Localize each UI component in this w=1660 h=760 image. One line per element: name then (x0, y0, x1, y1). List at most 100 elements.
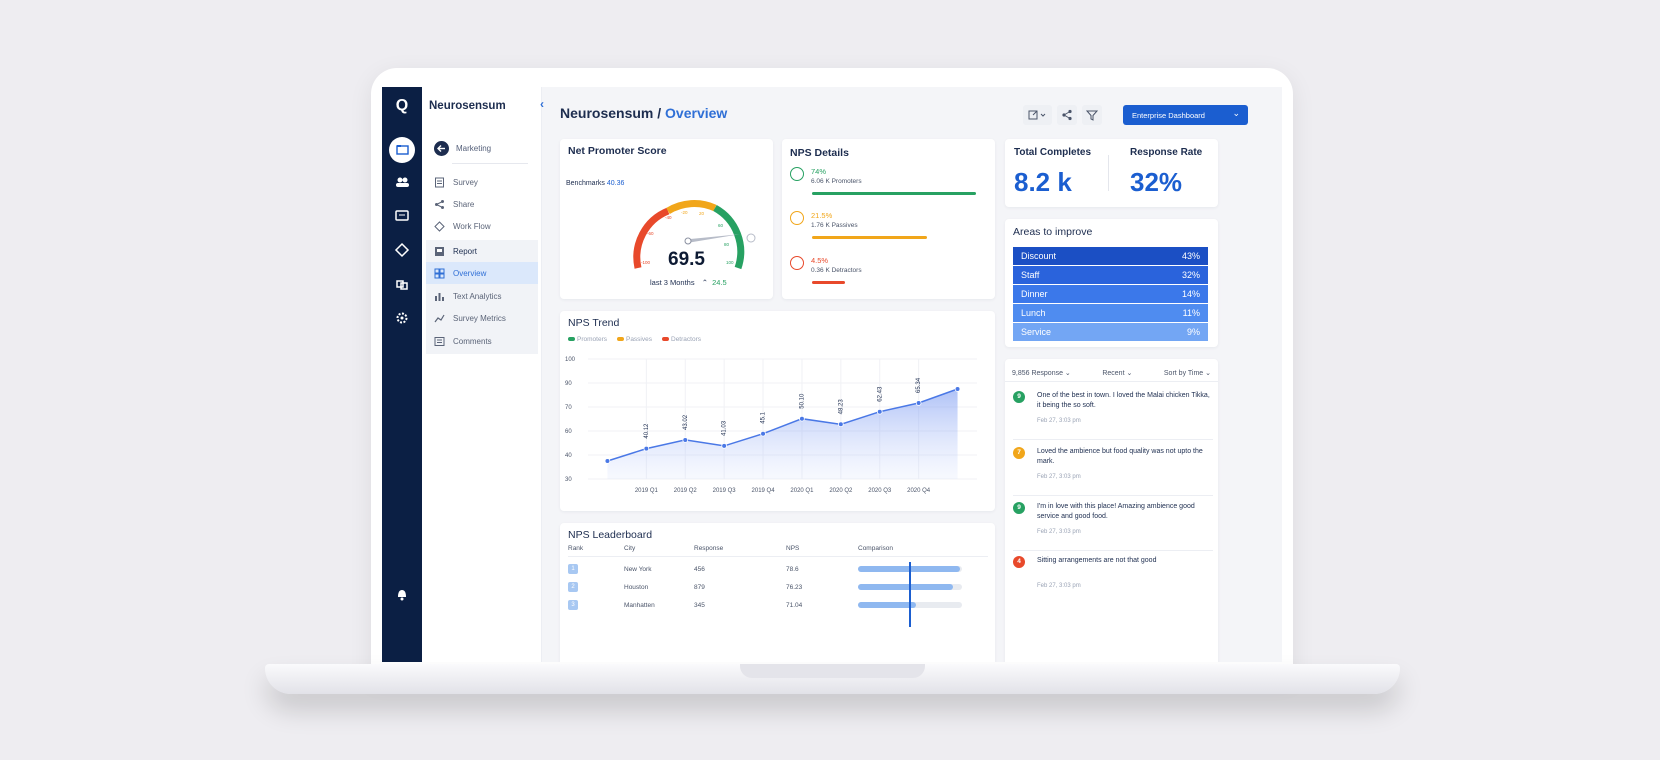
folder-nav-button[interactable] (389, 137, 415, 163)
x-tick-label: 2019 Q3 (713, 488, 737, 494)
area-value: 32% (1181, 270, 1200, 280)
page-title: Neurosensum / Overview (560, 105, 727, 121)
y-tick-label: 40 (565, 453, 572, 459)
nps-detail-bar (812, 192, 976, 195)
filter-button[interactable] (1082, 105, 1102, 125)
trend-point (915, 400, 922, 406)
area-label: Discount (1021, 251, 1057, 261)
users-icon[interactable] (393, 173, 411, 191)
overview-icon (434, 268, 445, 278)
response-time: Feb 27, 3:03 pm (1037, 418, 1081, 424)
trend-point (760, 430, 766, 437)
back-to-marketing[interactable]: Marketing (434, 141, 491, 156)
x-tick-label: 2019 Q2 (674, 488, 698, 494)
x-tick-label: 2020 Q1 (790, 488, 814, 494)
total-completes-label: Total Completes (1014, 147, 1092, 158)
sidebar-item-label: Survey (453, 177, 478, 187)
bell-icon[interactable] (393, 585, 411, 603)
sidebar-item-survey-metrics[interactable]: Survey Metrics (426, 307, 538, 329)
data-label: 48.23 (838, 399, 844, 415)
data-label: 41.03 (722, 420, 728, 436)
response-filters: 9,856 Response ⌄ Recent ⌄ Sort by Time ⌄ (1012, 369, 1211, 377)
diamond-icon[interactable] (393, 241, 411, 259)
area-row[interactable]: Dinner 14% (1013, 285, 1208, 303)
col-rank[interactable]: Rank (568, 545, 583, 552)
enterprise-dashboard-dropdown[interactable]: Enterprise Dashboard ⌄ (1123, 105, 1248, 125)
neutral-face-icon (790, 211, 804, 225)
area-value: 11% (1182, 308, 1200, 318)
area-row[interactable]: Service 9% (1013, 323, 1208, 341)
trend-area (607, 389, 958, 479)
x-tick-label: 2020 Q2 (829, 488, 853, 494)
nps-score-card: Net Promoter Score Benchmarks 40.36 -100… (560, 139, 773, 299)
area-row[interactable]: Discount 43% (1013, 247, 1208, 265)
response-cell: 345 (694, 602, 705, 609)
message-icon[interactable] (393, 207, 411, 225)
nps-details-title: NPS Details (790, 147, 849, 159)
sidebar-item-workflow[interactable]: Work Flow (426, 215, 538, 237)
y-tick-label: 30 (565, 477, 572, 483)
back-arrow-icon (434, 141, 449, 156)
chart-legend: Promoters Passives Detractors (568, 336, 701, 343)
enterprise-dashboard-label: Enterprise Dashboard (1132, 110, 1205, 120)
score-badge: 9 (1013, 502, 1025, 514)
nps-trend-chart: 100 90 70 60 40 30 40.12 43.02 41.03 45.1 50.10 48.… (565, 357, 977, 494)
legend-promoters[interactable]: Promoters (568, 336, 607, 343)
col-comparison[interactable]: Comparison (858, 545, 893, 552)
sidebar-item-overview[interactable]: Overview (426, 262, 538, 284)
nps-score-value: 69.5 (668, 249, 705, 270)
export-button[interactable] (1023, 105, 1052, 125)
responses-card: 9,856 Response ⌄ Recent ⌄ Sort by Time ⌄… (1005, 359, 1218, 662)
filters-divider (1005, 381, 1218, 382)
response-count-dropdown[interactable]: 9,856 Response ⌄ (1012, 369, 1071, 377)
trend-point (876, 408, 883, 415)
response-text: I'm in love with this place! Amazing amb… (1037, 503, 1195, 520)
share-button[interactable] (1057, 105, 1077, 125)
recent-dropdown[interactable]: Recent ⌄ (1102, 369, 1132, 377)
response-rate-label: Response Rate (1130, 147, 1203, 158)
area-row[interactable]: Staff 32% (1013, 266, 1208, 284)
collapse-sidebar-icon[interactable]: ‹ (540, 97, 544, 111)
response-divider (1013, 495, 1213, 496)
x-tick-label: 2020 Q3 (868, 488, 892, 494)
response-divider (1013, 439, 1213, 440)
sidebar-item-survey[interactable]: Survey (426, 171, 538, 193)
kpi-card: Total Completes 8.2 k Response Rate 32% (1005, 139, 1218, 207)
settings-icon[interactable] (393, 309, 411, 327)
total-completes-value: 8.2 k (1014, 167, 1072, 197)
svg-text:60: 60 (718, 223, 724, 228)
area-label: Dinner (1021, 289, 1048, 299)
nps-period-label: last 3 Months (650, 278, 695, 287)
icon-rail: Q (382, 87, 422, 662)
sidebar-item-comments[interactable]: Comments (426, 330, 538, 352)
nps-detail-row: 74% 6.06 K Promoters (790, 167, 862, 185)
data-label: 65.34 (916, 377, 922, 393)
response-text: One of the best in town. I loved the Mal… (1037, 392, 1210, 409)
nps-details-card: NPS Details 74% 6.06 K Promoters 21.5% 1.76… (782, 139, 995, 299)
sidebar-item-share[interactable]: Share (426, 193, 538, 215)
svg-text:80: 80 (724, 242, 730, 247)
nps-cell: 71.04 (786, 602, 803, 609)
legend-detractors[interactable]: Detractors (662, 336, 701, 343)
area-row[interactable]: Lunch 11% (1013, 304, 1208, 322)
col-city[interactable]: City (624, 545, 635, 552)
leaderboard-title: NPS Leaderboard (568, 529, 653, 541)
sidebar-item-report[interactable]: Report (426, 240, 538, 262)
nps-detail-percent: 4.5% (811, 256, 829, 265)
integration-icon[interactable] (393, 275, 411, 293)
response-divider (1013, 550, 1213, 551)
workflow-icon (434, 220, 445, 232)
sort-dropdown[interactable]: Sort by Time ⌄ (1164, 369, 1211, 377)
comparison-bar (858, 584, 953, 590)
breadcrumb-root[interactable]: Neurosensum / (560, 105, 661, 121)
sidebar-item-label: Survey Metrics (453, 313, 506, 323)
col-nps[interactable]: NPS (786, 545, 799, 552)
trend-point (604, 458, 611, 464)
legend-passives[interactable]: Passives (616, 336, 652, 343)
comments-icon (434, 336, 445, 346)
sidebar-item-text-analytics[interactable]: Text Analytics (426, 285, 538, 307)
nps-detail-percent: 21.5% (811, 211, 833, 220)
y-tick-label: 100 (565, 357, 576, 363)
col-response[interactable]: Response (694, 545, 723, 552)
svg-text:20: 20 (699, 211, 705, 216)
